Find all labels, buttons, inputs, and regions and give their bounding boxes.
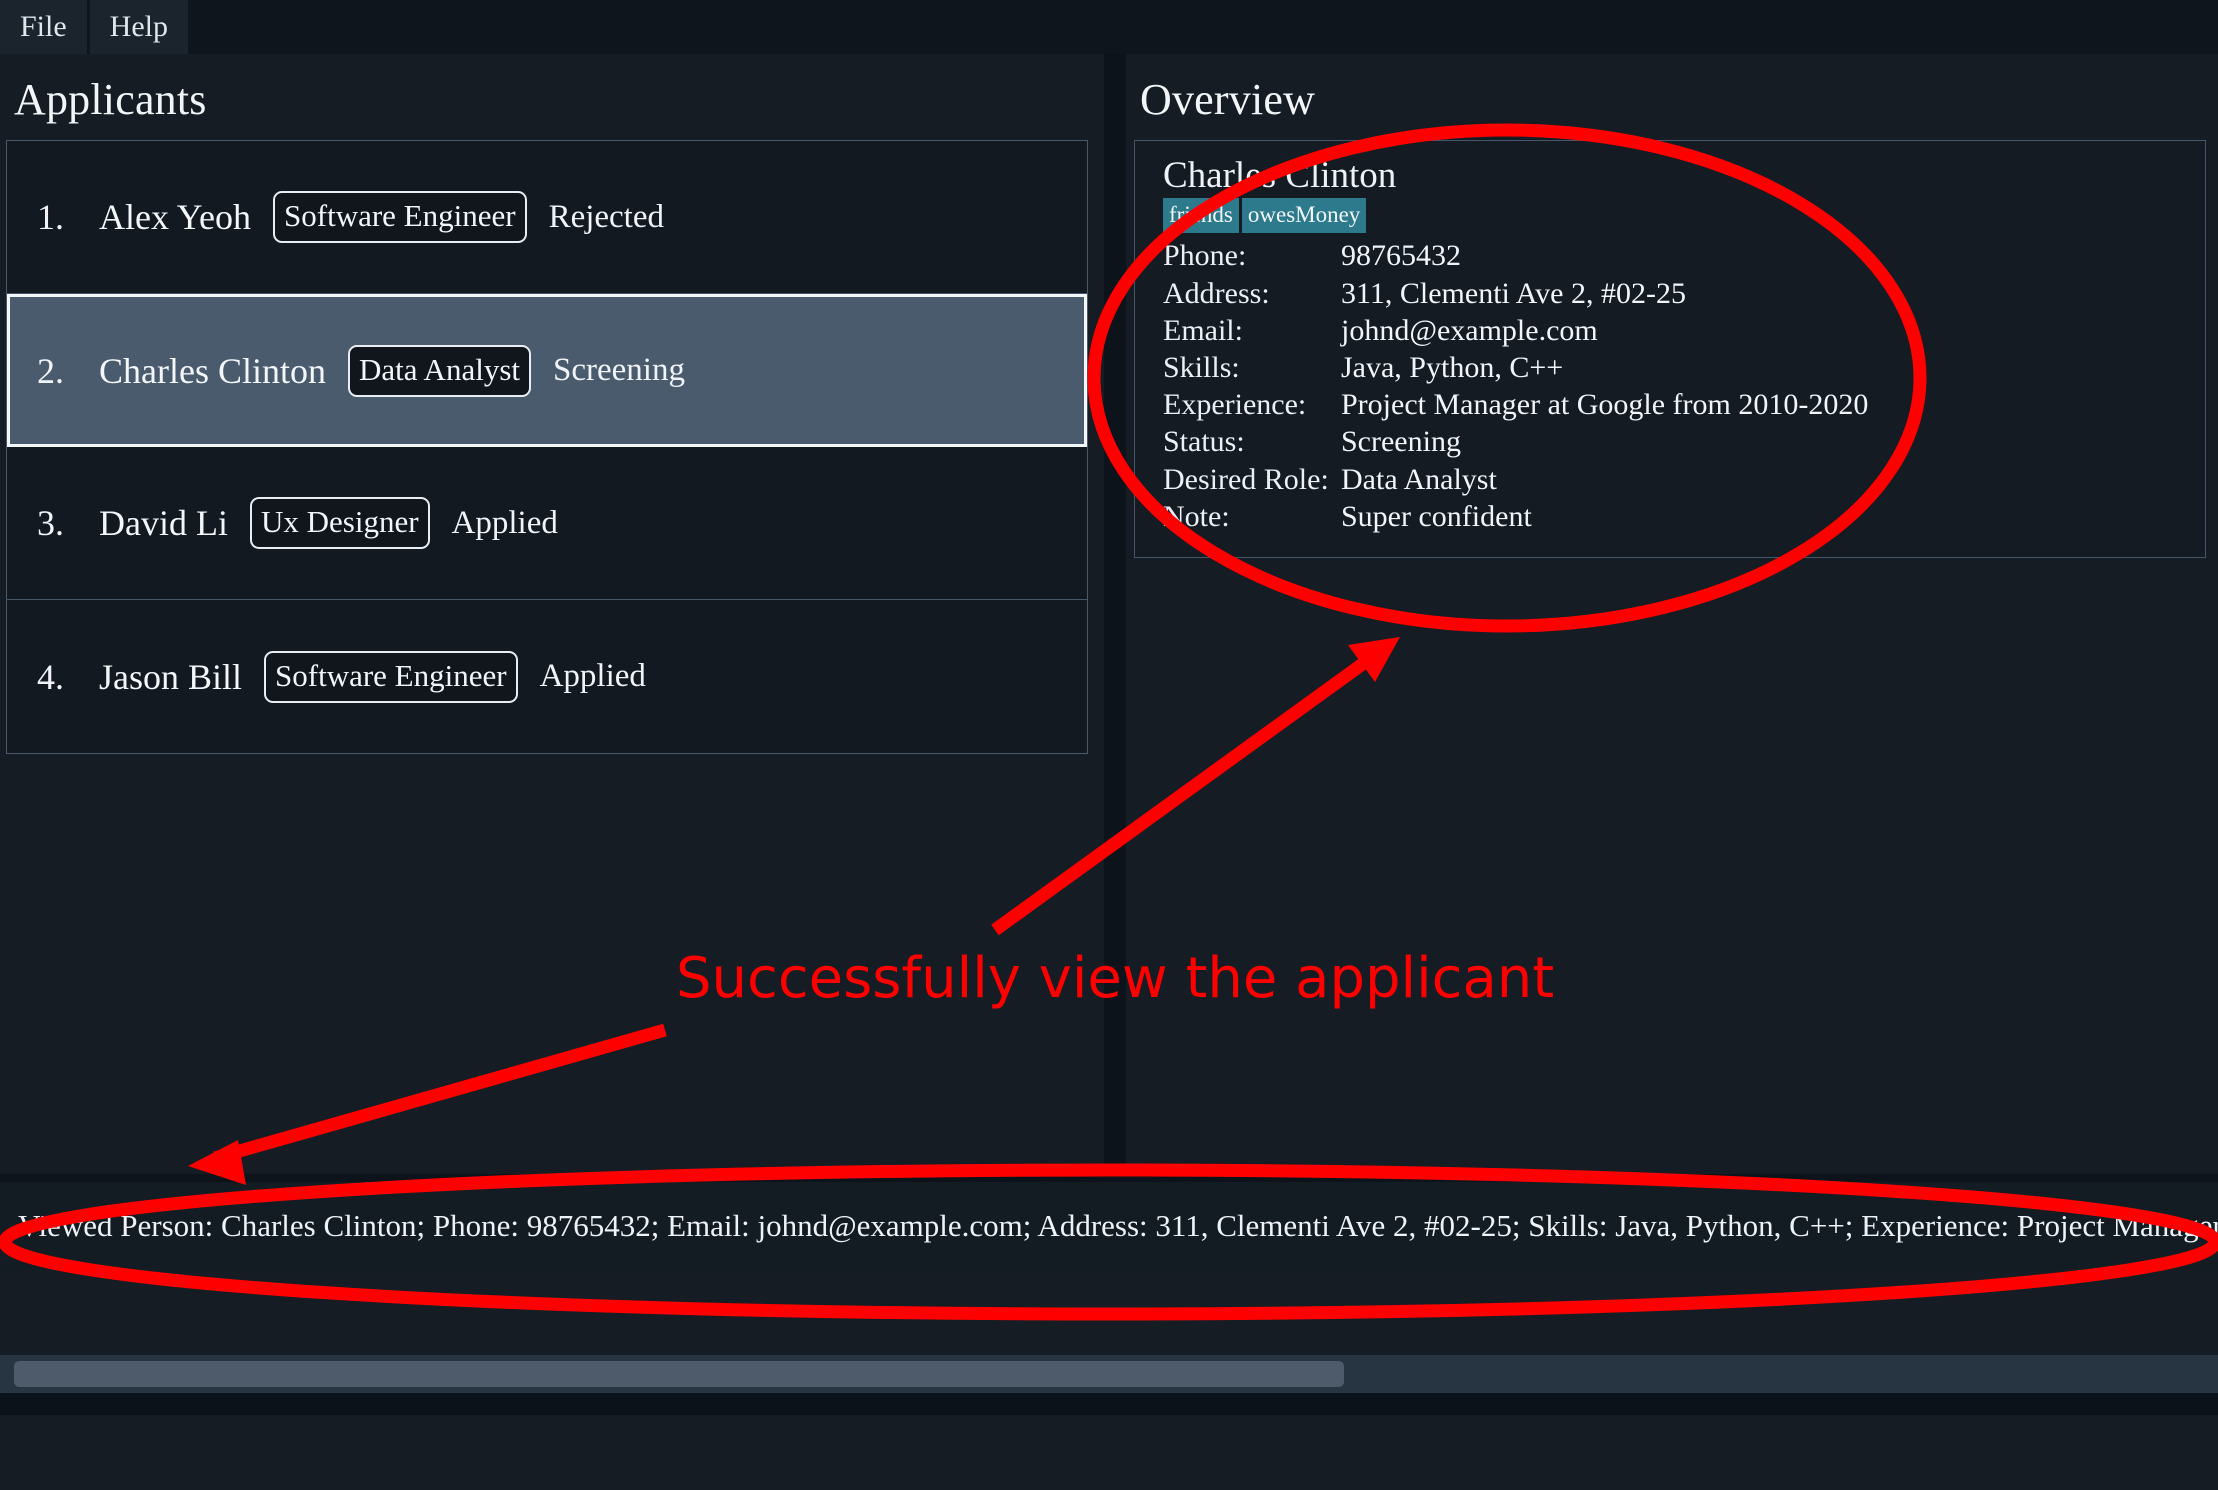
list-item-role-badge: Software Engineer bbox=[264, 650, 518, 703]
detail-row-desired-role: Desired Role: Data Analyst bbox=[1163, 461, 2205, 498]
list-item-index: 4. bbox=[37, 656, 64, 697]
list-item-role-badge: Software Engineer bbox=[273, 191, 527, 243]
menu-help[interactable]: Help bbox=[89, 0, 188, 54]
detail-row-address: Address: 311, Clementi Ave 2, #02-25 bbox=[1163, 275, 2205, 312]
panel-divider[interactable] bbox=[1104, 54, 1126, 1174]
detail-label-email: Email: bbox=[1163, 313, 1243, 347]
list-item[interactable]: 1. Alex Yeoh Software Engineer Rejected bbox=[7, 141, 1087, 294]
list-item[interactable]: 4. Jason Bill Software Engineer Applied bbox=[7, 600, 1087, 753]
detail-value-desired-role: Data Analyst bbox=[1341, 462, 1497, 496]
list-item-role-badge: Data Analyst bbox=[348, 344, 531, 397]
detail-row-phone: Phone: 98765432 bbox=[1163, 237, 2205, 274]
list-item-name: Alex Yeoh bbox=[99, 197, 252, 237]
detail-value-experience: Project Manager at Google from 2010-2020 bbox=[1341, 388, 1869, 422]
detail-label-status: Status: bbox=[1163, 425, 1245, 459]
detail-value-email: johnd@example.com bbox=[1341, 313, 1598, 347]
list-item-name: Jason Bill bbox=[99, 656, 243, 697]
applicants-panel-title: Applicants bbox=[14, 75, 207, 124]
list-item[interactable]: 3. David Li Ux Designer Applied bbox=[7, 447, 1087, 600]
detail-row-note: Note: Super confident bbox=[1163, 498, 2205, 535]
detail-value-address: 311, Clementi Ave 2, #02-25 bbox=[1341, 276, 1686, 310]
horizontal-scrollbar-thumb[interactable] bbox=[14, 1361, 1344, 1387]
list-item-name: David Li bbox=[99, 503, 228, 543]
application-window: File Help Applicants 1. Alex Yeoh Softwa… bbox=[0, 0, 2218, 1490]
status-bar-text: Viewed Person: Charles Clinton; Phone: 9… bbox=[18, 1208, 2218, 1243]
person-tag-list: friends owesMoney bbox=[1163, 198, 2205, 234]
tag-chip-friends: friends bbox=[1163, 198, 1239, 234]
status-bar: Viewed Person: Charles Clinton; Phone: 9… bbox=[0, 1182, 2218, 1270]
menu-bar: File Help bbox=[0, 0, 2218, 54]
detail-label-skills: Skills: bbox=[1163, 351, 1240, 384]
list-item-index: 1. bbox=[37, 197, 64, 237]
list-item-role-badge: Ux Designer bbox=[249, 497, 430, 549]
list-item-index: 3. bbox=[37, 503, 64, 543]
overview-panel: Overview Charles Clinton friends owesMon… bbox=[1126, 54, 2218, 1174]
detail-value-skills: Java, Python, C++ bbox=[1341, 351, 1564, 384]
detail-value-note: Super confident bbox=[1341, 499, 1532, 533]
person-name: Charles Clinton bbox=[1163, 155, 1397, 196]
detail-label-phone: Phone: bbox=[1163, 239, 1247, 273]
detail-row-skills: Skills: Java, Python, C++ bbox=[1163, 349, 2205, 386]
detail-label-experience: Experience: bbox=[1163, 388, 1307, 422]
list-item-status: Applied bbox=[539, 658, 646, 694]
list-item-selected[interactable]: 2. Charles Clinton Data Analyst Screenin… bbox=[7, 294, 1087, 447]
applicants-panel: Applicants 1. Alex Yeoh Software Enginee… bbox=[0, 54, 1104, 1174]
detail-value-status: Screening bbox=[1341, 425, 1461, 459]
tag-chip-owesmoney: owesMoney bbox=[1241, 198, 1367, 234]
statusbar-separator bbox=[0, 1174, 2218, 1182]
overview-panel-title: Overview bbox=[1140, 75, 1316, 124]
list-item-status: Screening bbox=[553, 352, 685, 388]
list-item-name: Charles Clinton bbox=[99, 350, 326, 391]
detail-label-note: Note: bbox=[1163, 499, 1230, 533]
detail-row-status: Status: Screening bbox=[1163, 423, 2205, 460]
detail-label-desired-role: Desired Role: bbox=[1163, 462, 1329, 496]
menu-file[interactable]: File bbox=[0, 0, 87, 54]
applicant-list[interactable]: 1. Alex Yeoh Software Engineer Rejected … bbox=[6, 140, 1088, 754]
detail-row-experience: Experience: Project Manager at Google fr… bbox=[1163, 386, 2205, 423]
detail-label-address: Address: bbox=[1163, 276, 1270, 310]
person-overview-card: Charles Clinton friends owesMoney Phone:… bbox=[1134, 140, 2206, 558]
list-item-index: 2. bbox=[37, 350, 64, 391]
detail-row-email: Email: johnd@example.com bbox=[1163, 312, 2205, 349]
list-item-status: Rejected bbox=[548, 198, 664, 235]
list-item-status: Applied bbox=[451, 504, 558, 541]
menu-help-label: Help bbox=[109, 10, 168, 43]
menu-file-label: File bbox=[20, 10, 67, 43]
desktop-background bbox=[0, 1415, 2218, 1490]
scrollbar-bottom-edge bbox=[0, 1393, 2218, 1415]
detail-value-phone: 98765432 bbox=[1341, 239, 1461, 273]
